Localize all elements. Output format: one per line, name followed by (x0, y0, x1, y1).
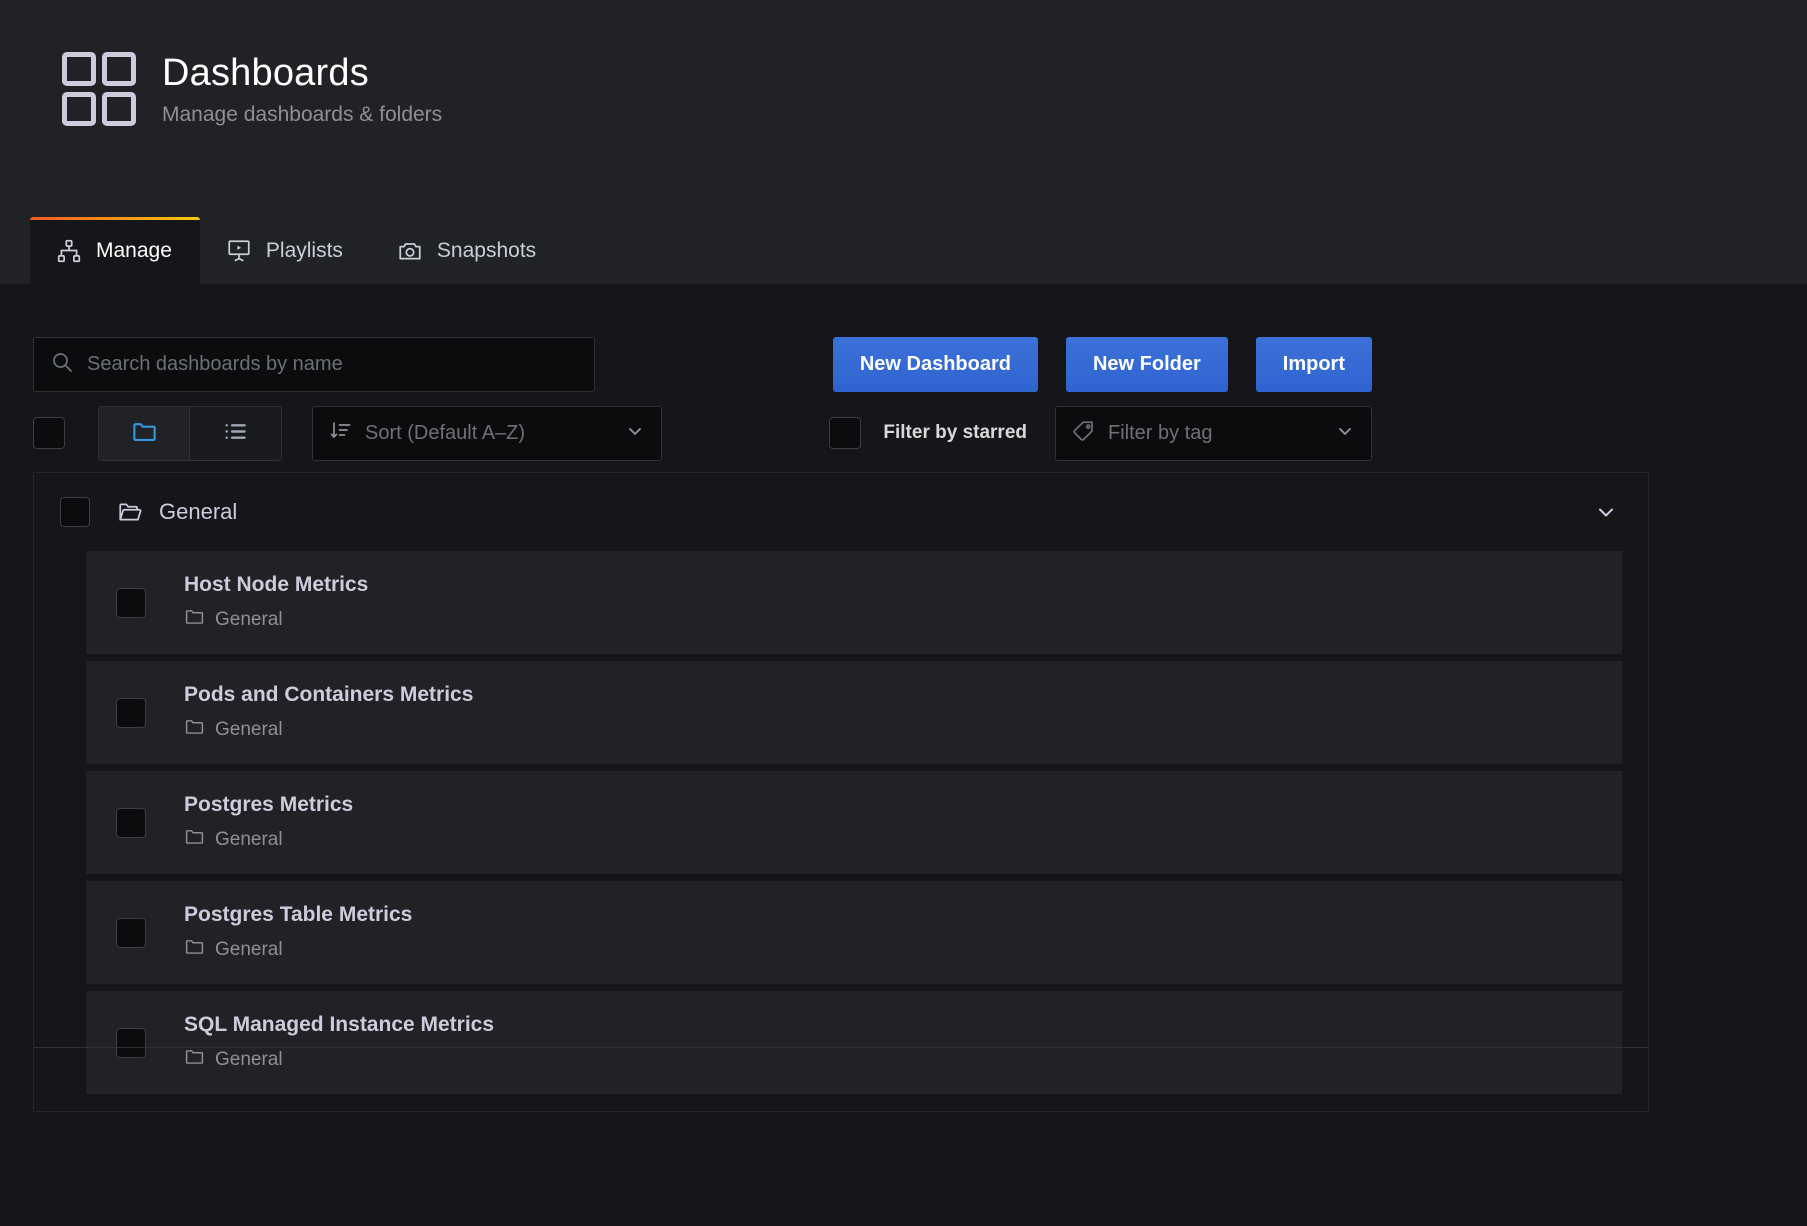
sort-select[interactable]: Sort (Default A–Z) (312, 405, 662, 461)
folder-section-checkbox[interactable] (60, 497, 90, 527)
list-item[interactable]: Host Node Metrics General (86, 551, 1622, 654)
panel-divider (34, 1047, 1648, 1048)
search-input[interactable] (87, 352, 578, 376)
dashboard-checkbox[interactable] (116, 697, 146, 728)
list-item[interactable]: Postgres Metrics General (86, 771, 1622, 874)
search-box[interactable] (33, 336, 595, 392)
search-icon (50, 350, 74, 379)
tab-bar: Manage Playlists Snapshots (0, 217, 564, 284)
dashboard-folder-label: General (215, 828, 283, 850)
dashboard-checkbox[interactable] (116, 917, 146, 948)
folder-icon (184, 606, 205, 633)
presentation-play-icon (226, 238, 252, 264)
folder-icon (184, 936, 205, 963)
dashboard-folder-label: General (215, 608, 283, 630)
filter-tag-placeholder: Filter by tag (1108, 421, 1213, 444)
tag-icon (1072, 419, 1096, 448)
list-icon (222, 418, 249, 448)
folder-icon (184, 716, 205, 743)
chevron-down-icon (625, 421, 645, 446)
import-button[interactable]: Import (1255, 336, 1372, 392)
dashboard-checkbox[interactable] (116, 1027, 146, 1058)
new-folder-button[interactable]: New Folder (1065, 336, 1228, 392)
dashboard-checkbox[interactable] (116, 807, 146, 838)
dashboard-folder-label: General (215, 1048, 283, 1070)
select-all-checkbox[interactable] (33, 417, 65, 449)
dashboard-list-panel: General Host Node Metrics General Pods a… (33, 472, 1649, 1112)
tab-playlists[interactable]: Playlists (200, 217, 371, 284)
filter-starred-checkbox[interactable] (829, 417, 862, 449)
dashboard-checkbox[interactable] (116, 587, 146, 618)
dashboard-folder-label: General (215, 718, 283, 740)
sort-select-label: Sort (Default A–Z) (365, 421, 526, 444)
tab-playlists-label: Playlists (265, 238, 343, 262)
grid-2x2-icon (62, 52, 136, 126)
list-item[interactable]: Postgres Table Metrics General (86, 881, 1622, 984)
dashboard-manager: New Dashboard New Folder Import (0, 284, 1807, 1112)
list-item[interactable]: SQL Managed Instance Metrics General (86, 991, 1622, 1094)
view-folder-button[interactable] (99, 406, 190, 460)
folder-icon (184, 1046, 205, 1073)
action-buttons: New Dashboard New Folder Import (832, 336, 1807, 392)
page-title: Dashboards (162, 52, 369, 94)
chevron-down-icon[interactable] (1594, 500, 1618, 524)
tab-manage-label: Manage (96, 238, 172, 262)
sort-amount-down-icon (329, 419, 353, 448)
view-list-button[interactable] (190, 406, 281, 460)
filter-row: Sort (Default A–Z) Filter by starred Fil… (0, 394, 1807, 472)
actions-row: New Dashboard New Folder Import (0, 284, 1807, 394)
tab-snapshots-label: Snapshots (436, 238, 537, 262)
folder-open-icon (117, 499, 143, 525)
dashboard-title: Host Node Metrics (184, 572, 369, 596)
dashboard-folder-label: General (215, 938, 283, 960)
folder-icon (184, 826, 205, 853)
list-item[interactable]: Pods and Containers Metrics General (86, 661, 1622, 764)
page-subtitle: Manage dashboards & folders (162, 102, 443, 126)
page-header: Dashboards Manage dashboards & folders M… (0, 0, 1807, 284)
dashboard-title: Postgres Table Metrics (184, 902, 413, 926)
filter-tag-select[interactable]: Filter by tag (1055, 405, 1372, 461)
folder-icon (131, 418, 158, 448)
camera-icon (397, 238, 423, 264)
dashboard-title: Pods and Containers Metrics (184, 682, 474, 706)
folder-section-name: General (159, 499, 238, 524)
view-toggle-group (98, 405, 282, 461)
dashboard-items: Host Node Metrics General Pods and Conta… (34, 551, 1648, 1094)
tab-manage[interactable]: Manage (30, 217, 200, 284)
new-dashboard-button[interactable]: New Dashboard (832, 336, 1038, 392)
dashboard-title: Postgres Metrics (184, 792, 354, 816)
chevron-down-icon (1335, 421, 1355, 446)
filter-right-group: Filter by starred Filter by tag (829, 405, 1807, 461)
filter-starred-label: Filter by starred (883, 422, 1027, 443)
sitemap-icon (56, 238, 82, 264)
tab-snapshots[interactable]: Snapshots (371, 217, 564, 284)
dashboard-title: SQL Managed Instance Metrics (184, 1012, 495, 1036)
folder-section-header[interactable]: General (34, 473, 1648, 551)
